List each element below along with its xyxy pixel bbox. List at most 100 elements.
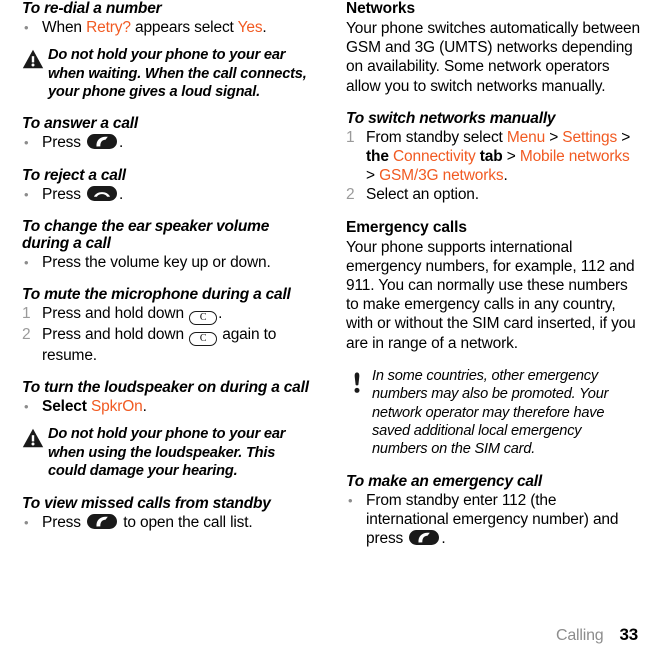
heading-redial: To re-dial a number — [22, 0, 162, 17]
list-item: Select SpkrOn. — [22, 397, 316, 416]
connectivity-label: Connectivity — [392, 148, 476, 166]
emergency-text-end: . — [441, 530, 446, 548]
info-note-text: In some countries, other emergency numbe… — [372, 367, 609, 458]
loudspeaker-steps: Select SpkrOn. — [22, 397, 316, 416]
missed-text-end: to open the call list. — [119, 513, 253, 531]
call-key-icon — [87, 134, 118, 150]
call-key-icon — [87, 513, 118, 529]
mobile-networks-label: Mobile networks — [519, 148, 630, 166]
tab-word: tab — [479, 148, 503, 166]
reject-call-steps: Press . — [22, 185, 316, 204]
missed-calls-steps: Press to open the call list. — [22, 513, 316, 532]
heading-make-emergency-call: To make an emergency call — [346, 472, 543, 490]
sep: > — [366, 167, 380, 185]
sep: > — [545, 128, 563, 146]
warning-note-loudspeaker: Do not hold your phone to your ear when … — [22, 425, 316, 480]
heading-emergency-calls: Emergency calls — [346, 218, 467, 236]
redial-yes-label: Yes — [237, 19, 263, 36]
list-item: Press . — [22, 185, 316, 204]
answer-call-steps: Press . — [22, 133, 316, 152]
list-item: Press the volume key up or down. — [22, 253, 316, 272]
list-item: Select an option. — [346, 185, 479, 204]
list-item: From standby enter 112 (the internationa… — [346, 491, 640, 549]
clear-key-icon: C — [189, 332, 218, 347]
list-item: Press . — [22, 133, 316, 152]
clear-key-label: C — [199, 312, 207, 324]
networks-body: Your phone switches automatically betwee… — [346, 20, 640, 95]
list-item: Press to open the call list. — [22, 513, 316, 532]
manual-page: To re-dial a number When Retry? appears … — [0, 0, 648, 653]
answer-text-end: . — [119, 134, 124, 152]
heading-answer-call: To answer a call — [22, 115, 138, 133]
the-word: the — [366, 148, 389, 166]
make-emergency-steps: From standby enter 112 (the internationa… — [346, 491, 640, 549]
heading-networks: Networks — [346, 0, 415, 17]
settings-label: Settings — [562, 128, 618, 146]
redial-text-pre: When — [42, 19, 87, 36]
redial-steps: When Retry? appears select Yes. — [22, 18, 316, 37]
emergency-text-pre: From standby enter 112 (the internationa… — [366, 491, 619, 548]
mute-step2-pre: Press and hold down — [42, 326, 189, 344]
mute-steps: Press and hold down C. Press and hold do… — [22, 304, 316, 365]
footer-page-number: 33 — [619, 625, 638, 644]
footer-chapter-label: Calling — [555, 627, 604, 644]
switch-step1-end: . — [503, 167, 508, 185]
list-item: Press and hold down C again to resume. — [22, 325, 316, 365]
menu-label: Menu — [506, 128, 546, 146]
page-footer: Calling 33 — [556, 625, 638, 645]
redial-text-end: . — [262, 19, 267, 36]
heading-view-missed-calls: To view missed calls from standby — [22, 494, 271, 512]
info-note-emergency-numbers: In some countries, other emergency numbe… — [346, 367, 640, 459]
redial-text-mid: appears select — [130, 19, 238, 36]
right-column: Networks Your phone switches automatical… — [324, 0, 648, 653]
left-column: To re-dial a number When Retry? appears … — [0, 0, 324, 653]
heading-change-volume: To change the ear speaker volume during … — [22, 217, 270, 252]
warning-note-text: Do not hold your phone to your ear when … — [48, 47, 307, 101]
heading-reject-call: To reject a call — [22, 166, 126, 184]
warning-triangle-icon — [22, 49, 44, 69]
heading-loudspeaker-on: To turn the loudspeaker on during a call — [22, 379, 309, 397]
switch-step1-pre: From standby select — [366, 128, 507, 146]
emergency-body: Your phone supports international emerge… — [346, 238, 636, 352]
end-call-key-icon — [87, 185, 118, 201]
redial-retry-label: Retry? — [86, 19, 131, 36]
warning-triangle-icon — [22, 428, 44, 448]
warning-note-ear-waiting: Do not hold your phone to your ear when … — [22, 46, 316, 101]
reject-text-end: . — [119, 185, 124, 203]
two-column-layout: To re-dial a number When Retry? appears … — [0, 0, 648, 653]
exclamation-note-icon — [346, 370, 366, 394]
switch-networks-steps: From standby select Menu > Settings > th… — [346, 128, 640, 205]
loudspeaker-spkron-label: SpkrOn — [90, 398, 143, 416]
list-item: From standby select Menu > Settings > th… — [346, 128, 640, 186]
heading-mute-microphone: To mute the microphone during a call — [22, 286, 291, 304]
loudspeaker-text-end: . — [142, 398, 147, 416]
missed-text-pre: Press — [42, 513, 86, 531]
warning-note-text: Do not hold your phone to your ear when … — [48, 426, 286, 480]
answer-text-pre: Press — [42, 134, 86, 152]
mute-step1-pre: Press and hold down — [42, 305, 189, 323]
sep: > — [617, 128, 631, 146]
volume-steps: Press the volume key up or down. — [22, 253, 316, 272]
reject-text-pre: Press — [42, 185, 86, 203]
sep: > — [502, 148, 520, 166]
gsm-3g-networks-label: GSM/3G networks — [379, 167, 504, 185]
mute-step1-end: . — [218, 305, 223, 323]
clear-key-icon: C — [189, 311, 218, 326]
clear-key-label: C — [199, 333, 207, 345]
call-key-icon — [409, 530, 440, 546]
loudspeaker-text-pre: Select — [42, 398, 91, 416]
list-item: When Retry? appears select Yes. — [22, 18, 316, 37]
list-item: Press and hold down C. — [22, 304, 316, 326]
